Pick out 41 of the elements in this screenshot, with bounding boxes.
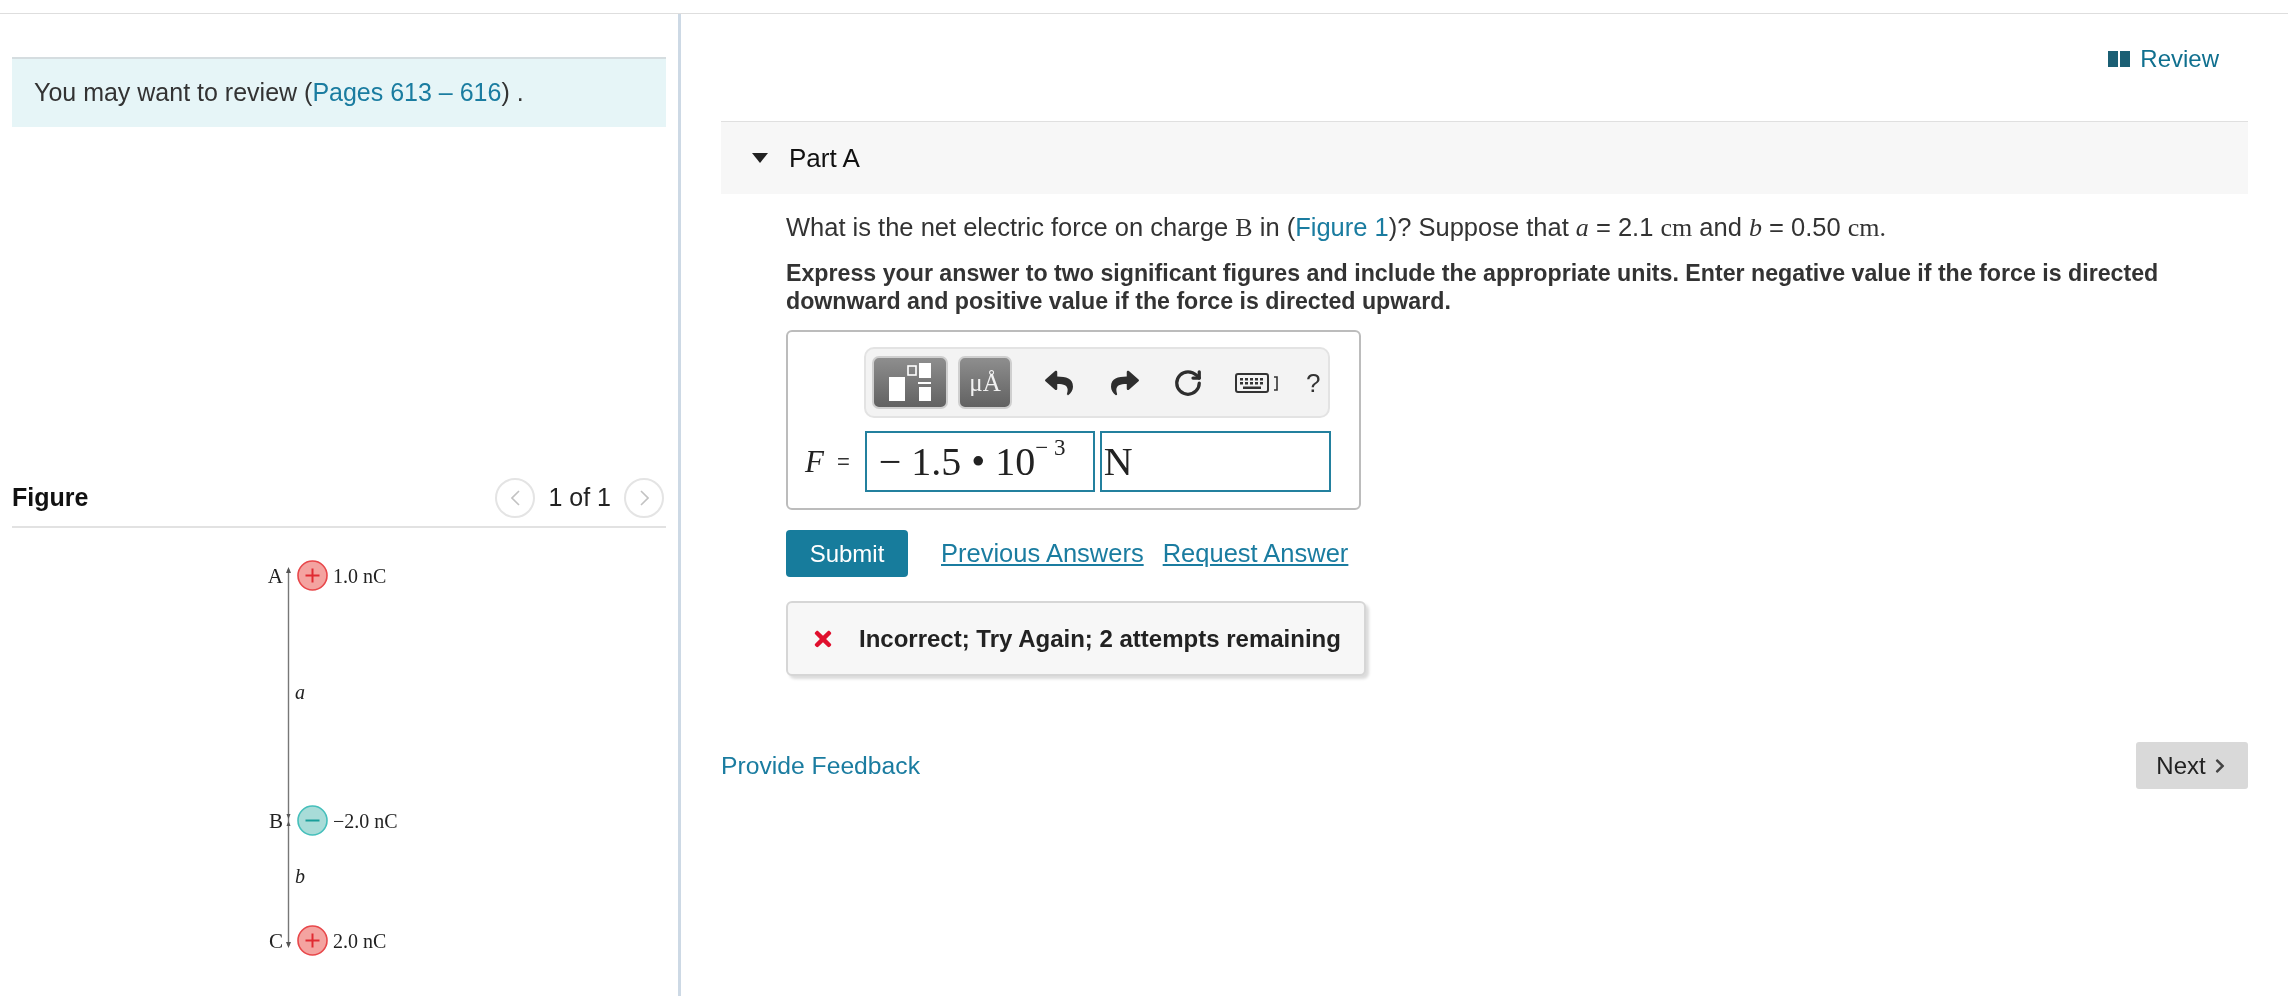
submit-button[interactable]: Submit — [786, 530, 908, 577]
next-button[interactable]: Next — [2136, 742, 2248, 789]
part-toggle[interactable]: Part A — [752, 138, 860, 178]
symbols-button[interactable]: μÅ — [958, 356, 1012, 409]
charge-label: A — [266, 563, 283, 588]
answer-link[interactable]: Request Answer — [1162, 534, 1349, 573]
figure-link[interactable]: Figure 1 — [1295, 213, 1389, 241]
minus-circle-icon — [297, 805, 328, 836]
equals-sign: = — [836, 448, 850, 476]
instructions-text: Express your answer to two significant figures and include the appropriate units. Enter negative value if the force is directed downward and positive value if the force is directed upward. — [786, 259, 2160, 315]
charge-value: 1.0 nC — [333, 563, 387, 588]
templates-button[interactable] — [872, 356, 948, 409]
keyboard-icon[interactable] — [1235, 372, 1279, 393]
charge-label: C — [268, 928, 283, 953]
book-icon — [2108, 51, 2131, 67]
review-link[interactable]: Review — [2108, 44, 2219, 74]
fraction-template-icon — [889, 362, 931, 403]
charge-value: 2.0 nC — [333, 928, 387, 953]
help-button[interactable]: ? — [1306, 367, 1321, 398]
charge-label: B — [268, 808, 283, 833]
feedback-text: Incorrect; Try Again; 2 attempts remaining — [859, 623, 1341, 654]
provide-feedback-link[interactable]: Provide Feedback — [721, 746, 920, 784]
pages-link[interactable]: Pages 613 – 616 — [312, 78, 502, 107]
charge-value: −2.0 nC — [333, 808, 398, 833]
figure-counter: 1 of 1 — [548, 482, 611, 514]
question-text: What is the net electric force on charge B in (Figure 1)? Suppose that a = 2.1 cm and b = 0.50 cm. — [786, 212, 1886, 243]
review-note-text: You may want to review (Pages 613 – 616) . — [34, 77, 524, 109]
distance-label: b — [295, 864, 305, 888]
plus-circle-icon — [297, 925, 328, 956]
redo-icon[interactable] — [1111, 368, 1139, 397]
answer-link[interactable]: Previous Answers — [941, 534, 1144, 573]
chevron-right-icon — [639, 490, 649, 506]
variable-label: F — [805, 443, 824, 480]
distance-label: a — [295, 680, 305, 704]
undo-icon[interactable] — [1045, 368, 1073, 397]
plus-circle-icon — [297, 560, 328, 591]
unit-input[interactable]: N — [1099, 431, 1331, 492]
reset-icon[interactable] — [1173, 367, 1203, 398]
answer-input[interactable]: − 1.5 • 10$^{− 3}$ — [864, 431, 1095, 492]
chevron-left-icon — [510, 490, 520, 506]
figure-title: Figure — [12, 482, 89, 514]
